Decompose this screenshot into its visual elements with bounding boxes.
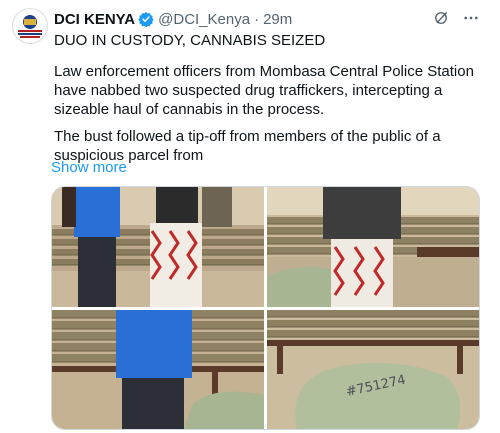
more-icon[interactable]: [462, 9, 480, 27]
tweet[interactable]: DCI KENYA @DCI_Kenya · 29m DUO IN CUSTOD: [0, 0, 500, 433]
avatar[interactable]: [12, 8, 48, 44]
photo-1[interactable]: [52, 187, 264, 307]
media-grid: #751274: [51, 186, 480, 430]
author-handle[interactable]: @DCI_Kenya: [158, 11, 250, 28]
tweet-header: DCI KENYA @DCI_Kenya · 29m: [54, 9, 292, 29]
photo-3[interactable]: [52, 310, 264, 429]
grok-icon[interactable]: [432, 9, 450, 27]
show-more-link[interactable]: Show more: [51, 159, 127, 176]
verified-badge-icon: [138, 11, 154, 27]
header-actions: [432, 9, 480, 27]
author-name[interactable]: DCI KENYA: [54, 11, 135, 28]
tweet-paragraph-1: Law enforcement officers from Mombasa Ce…: [54, 63, 474, 118]
timestamp[interactable]: 29m: [263, 11, 292, 28]
separator-dot: ·: [254, 10, 260, 28]
photo-4[interactable]: #751274: [267, 310, 479, 429]
photo-2[interactable]: [267, 187, 479, 307]
tweet-headline: DUO IN CUSTODY, CANNABIS SEIZED: [54, 32, 326, 49]
